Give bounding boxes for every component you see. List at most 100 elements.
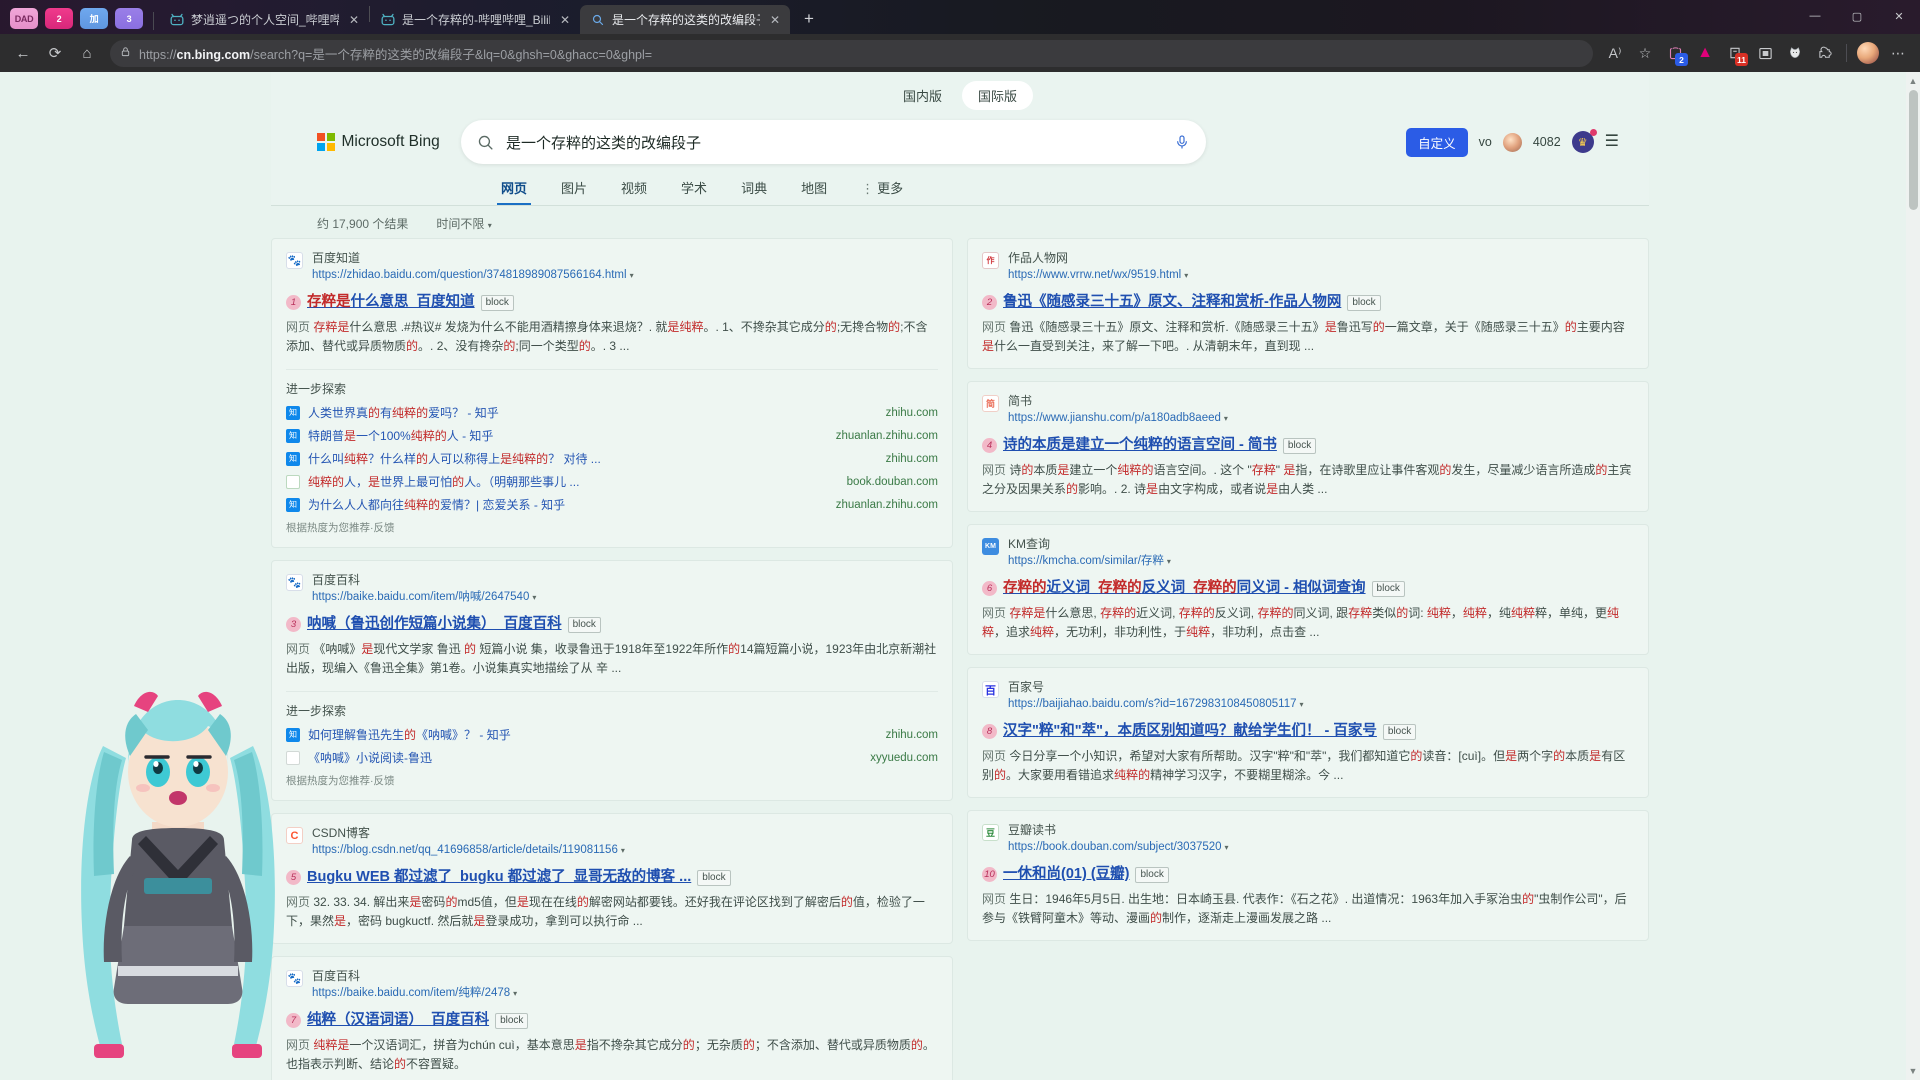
explore-footer[interactable]: 根据热度为您推荐·反馈 [286,773,938,788]
customize-button[interactable]: 自定义 [1406,127,1468,157]
result-url[interactable]: https://baike.baidu.com/item/呐喊/2647540 ▾ [312,591,536,603]
back-icon[interactable]: ← [8,38,38,68]
result-url[interactable]: https://baijiahao.baidu.com/s?id=1672983… [1008,698,1304,710]
chevron-down-icon[interactable]: ▾ [621,846,625,855]
maximize-button[interactable]: ▢ [1836,2,1878,30]
microphone-icon[interactable] [1174,134,1190,150]
block-button[interactable]: block [1371,580,1405,597]
result-title-link[interactable]: 一休和尚(01) (豆瓣) [1003,865,1129,884]
explore-item[interactable]: 知如何理解鲁迅先生的《呐喊》？ - 知乎 zhihu.com [286,726,938,743]
explore-item[interactable]: 豆纯粹的人，是世界上最可怕的人。（明朝那些事儿 ... book.douban.c… [286,473,938,490]
block-button[interactable]: block [567,616,601,633]
explore-item[interactable]: 知人类世界真的有纯粹的爱吗？ - 知乎 zhihu.com [286,404,938,421]
explore-item[interactable]: 文《呐喊》小说阅读-鲁迅 xyyuedu.com [286,749,938,766]
pinned-tab-3[interactable]: 加 [80,8,108,29]
home-icon[interactable]: ⌂ [72,38,102,68]
result-url[interactable]: https://kmcha.com/similar/存粹 ▾ [1008,555,1171,567]
close-window-button[interactable]: ✕ [1878,2,1920,30]
explore-item-text[interactable]: 《呐喊》小说阅读-鲁迅 [308,749,862,766]
time-filter[interactable]: 时间不限 ▾ [436,215,491,232]
account-name[interactable]: vo [1479,135,1492,149]
pinned-tab-4[interactable]: 3 [115,8,143,29]
tab-academic[interactable]: 学术 [681,174,707,205]
result-title-link[interactable]: 纯粹（汉语词语）_百度百科 [307,1011,489,1030]
browser-tab-3-active[interactable]: 是一个存粹的这类的改编段子 - B ✕ [580,5,790,34]
pinned-tab-2[interactable]: 2 [45,8,73,29]
explore-item-text[interactable]: 什么叫纯粹？什么样的人可以称得上是纯粹的？ 对待 ... [308,450,878,467]
result-url[interactable]: https://www.vrrw.net/wx/9519.html ▾ [1008,269,1188,281]
block-button[interactable]: block [480,294,514,311]
tab-international[interactable]: 国际版 [962,81,1034,110]
tab-dictionary[interactable]: 词典 [741,174,767,205]
block-button[interactable]: block [1282,437,1317,454]
downloads-icon[interactable]: 11 [1721,39,1749,67]
result-title-link[interactable]: 诗的本质是建立一个纯粹的语言空间 - 简书 [1003,436,1277,455]
chevron-down-icon[interactable]: ▾ [532,593,536,602]
avatar[interactable] [1502,132,1522,152]
new-tab-button[interactable]: + [796,6,822,32]
explore-item-text[interactable]: 人类世界真的有纯粹的爱吗？ - 知乎 [308,404,878,421]
read-aloud-icon[interactable]: A⁾ [1601,39,1629,67]
tab-images[interactable]: 图片 [561,174,587,205]
close-icon[interactable]: ✕ [346,12,362,28]
address-bar[interactable]: https://cn.bing.com/search?q=是一个存粹的这类的改编… [110,39,1593,67]
split-screen-icon[interactable] [1751,39,1779,67]
page-scrollbar[interactable]: ▲ ▼ [1906,72,1920,1080]
search-result-card[interactable]: 🐾 百度百科 https://baike.baidu.com/item/纯粹/247… [271,956,953,1080]
browser-tab-1[interactable]: 梦逍遥つ的个人空间_哔哩哔哩_b ✕ [159,5,369,34]
explore-item-text[interactable]: 为什么人人都向往纯粹的爱情？| 恋爱关系 - 知乎 [308,496,828,513]
tab-videos[interactable]: 视频 [621,174,647,205]
chevron-down-icon[interactable]: ▾ [1167,557,1171,566]
chevron-down-icon[interactable]: ▾ [513,989,517,998]
result-url[interactable]: https://book.douban.com/subject/3037520 ▾ [1008,841,1229,853]
result-title-link[interactable]: 存粹的近义词_存粹的反义词_存粹的同义词 - 相似词查询 [1003,579,1366,598]
search-result-card[interactable]: C CSDN博客 https://blog.csdn.net/qq_41696858… [271,813,953,944]
chevron-down-icon[interactable]: ▾ [1299,700,1303,709]
extension-puzzle-icon[interactable] [1811,39,1839,67]
explore-item[interactable]: 知为什么人人都向往纯粹的爱情？| 恋爱关系 - 知乎 zhuanlan.zhihu… [286,496,938,513]
search-result-card[interactable]: 🐾 百度百科 https://baike.baidu.com/item/呐喊/264… [271,560,953,801]
search-result-card[interactable]: 简简书 https://www.jianshu.com/p/a180adb8aee… [967,381,1649,512]
result-title-link[interactable]: 汉字"粹"和"萃"，本质区别知道吗？献给学生们！ - 百家号 [1003,722,1377,741]
pinned-tab-1[interactable]: DAD [10,8,38,29]
explore-item-text[interactable]: 如何理解鲁迅先生的《呐喊》？ - 知乎 [308,726,878,743]
avatar[interactable] [1854,39,1882,67]
close-icon[interactable]: ✕ [557,12,573,28]
scroll-up-icon[interactable]: ▲ [1907,74,1919,88]
bing-logo[interactable]: Microsoft Bing [317,133,447,151]
search-input[interactable]: 是一个存粹的这类的改编段子 [506,132,1162,153]
chevron-down-icon[interactable]: ▾ [630,271,634,280]
chevron-down-icon[interactable]: ▾ [1184,271,1188,280]
adobe-icon[interactable]: ▲ [1691,39,1719,67]
more-settings-icon[interactable]: ⋯ [1884,39,1912,67]
result-title-link[interactable]: 鲁迅《随感录三十五》原文、注释和赏析-作品人物网 [1003,293,1341,312]
result-url[interactable]: https://zhidao.baidu.com/question/374818… [312,269,634,281]
hamburger-menu-icon[interactable]: ☰ [1605,134,1619,150]
favorites-star-icon[interactable]: ☆ [1631,39,1659,67]
search-result-card[interactable]: KM KM查询 https://kmcha.com/similar/存粹 ▾ 6 存粹的近… [967,524,1649,655]
chevron-down-icon[interactable]: ▾ [1225,843,1229,852]
tab-domestic[interactable]: 国内版 [887,81,958,110]
search-result-card[interactable]: 作作品人物网 https://www.vrrw.net/wx/9519.html ▾… [967,238,1649,369]
explore-footer[interactable]: 根据热度为您推荐·反馈 [286,520,938,535]
minimize-button[interactable]: — [1794,2,1836,30]
result-title-link[interactable]: Bugku WEB 都过滤了_bugku 都过滤了_显哥无敌的博客 ... [307,868,691,887]
explore-item-text[interactable]: 纯粹的人，是世界上最可怕的人。（明朝那些事儿 ... [308,473,839,490]
close-icon[interactable]: ✕ [767,12,783,28]
rewards-trophy-icon[interactable]: ♛ [1571,129,1597,153]
result-url[interactable]: https://www.jianshu.com/p/a180adb8aeed ▾ [1008,412,1228,424]
explore-item-text[interactable]: 特朗普是一个100%纯粹的人 - 知乎 [308,427,828,444]
block-button[interactable]: block [1382,723,1417,740]
browser-tab-2[interactable]: 是一个存粹的-哔哩哔哩_Bilibili ✕ [370,5,580,34]
search-result-card[interactable]: 豆豆瓣读书 https://book.douban.com/subject/303… [967,810,1649,941]
search-result-card[interactable]: 🐾 百度知道 https://zhidao.baidu.com/question/3… [271,238,953,548]
tab-web[interactable]: 网页 [496,174,532,205]
explore-item[interactable]: 知特朗普是一个100%纯粹的人 - 知乎 zhuanlan.zhihu.com [286,427,938,444]
search-box[interactable]: 是一个存粹的这类的改编段子 [461,120,1206,164]
result-url[interactable]: https://baike.baidu.com/item/纯粹/2478 ▾ [312,987,517,999]
tab-more[interactable]: ⋮ 更多 [861,174,903,205]
tab-maps[interactable]: 地图 [801,174,827,205]
result-title-link[interactable]: 呐喊（鲁迅创作短篇小说集）_百度百科 [307,615,562,634]
search-result-card[interactable]: 百百家号 https://baijiahao.baidu.com/s?id=167… [967,667,1649,798]
result-url[interactable]: https://blog.csdn.net/qq_41696858/articl… [312,844,625,856]
